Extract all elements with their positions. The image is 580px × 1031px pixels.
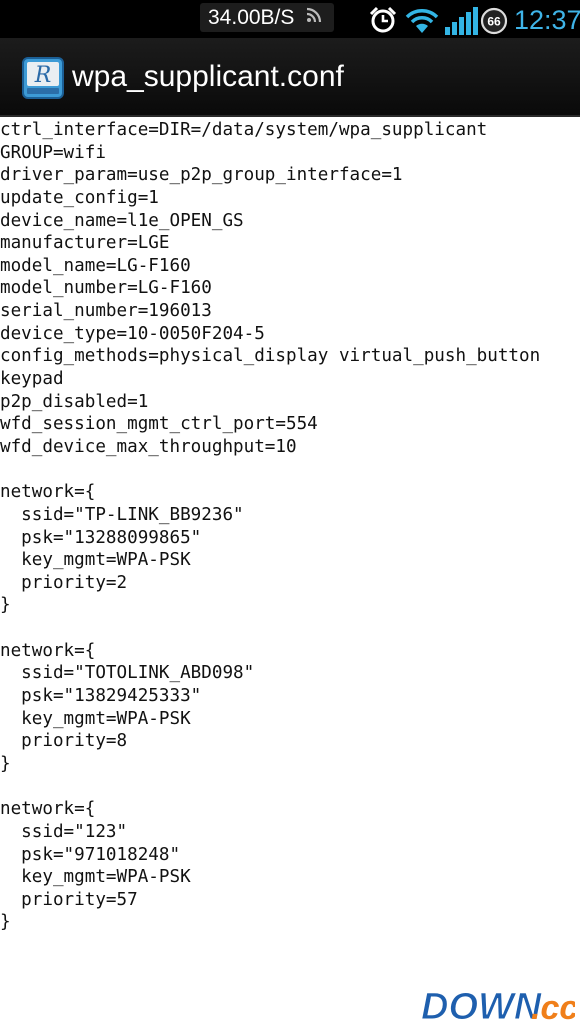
file-line: manufacturer=LGE: [0, 233, 170, 254]
file-line: network={: [0, 640, 96, 661]
file-content-view[interactable]: ctrl_interface=DIR=/data/system/wpa_supp…: [0, 119, 580, 934]
down-cc-watermark-logo: DOWN .cc: [419, 984, 575, 1026]
signal-icon: [445, 7, 478, 35]
watermark-main-text: DOWN: [421, 986, 543, 1026]
wifi-icon: [405, 9, 439, 33]
battery-level-text: 66: [487, 15, 501, 29]
file-line: [0, 617, 580, 640]
file-line: wfd_session_mgmt_ctrl_port=554: [0, 414, 318, 435]
file-line: p2p_disabled=1: [0, 391, 149, 412]
file-line: key_mgmt=WPA-PSK: [0, 708, 191, 729]
file-line: GROUP=wifi: [0, 142, 106, 163]
file-line: priority=8: [0, 731, 128, 752]
watermark-suffix-text: .cc: [531, 989, 575, 1026]
file-line: network={: [0, 799, 96, 820]
file-line: ctrl_interface=DIR=/data/system/wpa_supp…: [0, 120, 488, 140]
file-line: device_type=10-0050F204-5: [0, 323, 265, 344]
alarm-icon: [369, 6, 397, 33]
file-line: ssid="TOTOLINK_ABD098": [0, 663, 255, 684]
file-line: priority=2: [0, 572, 128, 593]
file-line: key_mgmt=WPA-PSK: [0, 867, 191, 888]
file-line: network={: [0, 482, 96, 503]
file-line: }: [0, 595, 11, 616]
rss-icon: [306, 7, 322, 23]
page-title: wpa_supplicant.conf: [72, 60, 344, 93]
file-line: serial_number=196013: [0, 301, 212, 322]
file-line: [0, 459, 580, 482]
file-line: psk="13829425333": [0, 686, 202, 707]
file-line: driver_param=use_p2p_group_interface=1: [0, 165, 403, 186]
network-speed-text: 34.00B/S: [208, 6, 295, 29]
app-logo-letter: R: [34, 63, 52, 88]
file-line: priority=57: [0, 889, 138, 910]
file-line: device_name=l1e_OPEN_GS: [0, 210, 244, 231]
file-line: config_methods=physical_display virtual_…: [0, 346, 541, 367]
file-line: }: [0, 753, 11, 774]
battery-icon: 66: [480, 7, 508, 35]
clock: 12:37: [514, 5, 580, 35]
status-bar: 34.00B/S 66 12:37: [0, 0, 580, 38]
file-line: ssid="123": [0, 821, 128, 842]
file-line: psk="13288099865": [0, 527, 202, 548]
file-line: model_number=LG-F160: [0, 278, 212, 299]
file-line: model_name=LG-F160: [0, 255, 191, 276]
app-title-bar: R wpa_supplicant.conf: [0, 38, 580, 117]
file-line: key_mgmt=WPA-PSK: [0, 550, 191, 571]
file-line: ssid="TP-LINK_BB9236": [0, 504, 244, 525]
file-line: psk="971018248": [0, 844, 181, 865]
app-logo-icon[interactable]: R: [22, 57, 64, 99]
file-line: keypad: [0, 369, 64, 390]
file-line: update_config=1: [0, 187, 159, 208]
file-line: [0, 776, 580, 799]
file-line: }: [0, 912, 11, 933]
file-line: wfd_device_max_throughput=10: [0, 436, 297, 457]
